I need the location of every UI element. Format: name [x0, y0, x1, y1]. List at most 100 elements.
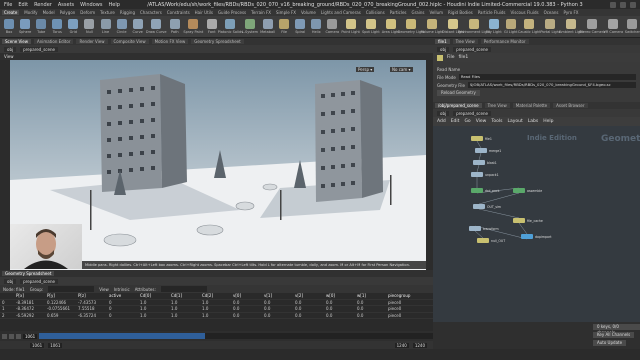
- shelf-tool[interactable]: Line: [98, 19, 112, 34]
- camera-menu[interactable]: No cam ▾: [390, 67, 413, 72]
- shelf-tool[interactable]: Point Light: [341, 19, 360, 34]
- shelf-tool[interactable]: Curve: [131, 19, 145, 34]
- column-header[interactable]: v[0]: [231, 293, 262, 298]
- shelf-tool[interactable]: Volume Light: [421, 19, 444, 34]
- shelf-tab[interactable]: Volume: [301, 10, 316, 15]
- network-tab[interactable]: Tree View: [484, 103, 510, 108]
- path-scene[interactable]: prepared_scene: [20, 46, 58, 52]
- menu-windows[interactable]: Windows: [80, 2, 102, 8]
- param-tab[interactable]: Performance Monitor: [480, 39, 529, 44]
- shelf-tool[interactable]: Stereo Camera: [579, 19, 605, 34]
- param-tab[interactable]: file1: [435, 39, 450, 44]
- range-start[interactable]: 1061: [30, 342, 45, 348]
- auto-update-button[interactable]: Auto Update: [593, 340, 627, 346]
- network-node[interactable]: [521, 234, 533, 239]
- network-node[interactable]: [473, 160, 485, 165]
- file-mode-select[interactable]: Read Files: [458, 74, 636, 80]
- range-start-2[interactable]: 1061: [48, 342, 63, 348]
- path-obj[interactable]: obj: [437, 46, 450, 52]
- path-obj[interactable]: obj: [437, 110, 450, 116]
- network-node[interactable]: [477, 238, 489, 243]
- shelf-tool[interactable]: Torus: [50, 19, 64, 34]
- minimize-icon[interactable]: [610, 1, 616, 8]
- shelf-tool[interactable]: Spot Light: [362, 19, 380, 34]
- shelf-tool[interactable]: GI Light: [504, 19, 518, 34]
- column-header[interactable]: Cd[1]: [169, 293, 200, 298]
- spreadsheet-table[interactable]: P[x] P[y] P[z] active Cd[0] Cd[1] Cd[2] v[0] v[1…: [0, 293, 433, 331]
- left-pane-tab[interactable]: Composite View: [110, 39, 149, 44]
- table-row[interactable]: 2 -6.59292 0.659 -6.35724 0 1.0 1.0 1.0 0.0 0.0 0.…: [0, 313, 433, 319]
- shelf-tool[interactable]: Spiral: [293, 19, 307, 34]
- param-tab[interactable]: Tree View: [452, 39, 478, 44]
- shelf-tool[interactable]: L-System: [242, 19, 258, 34]
- network-node[interactable]: [513, 218, 525, 223]
- play-icon[interactable]: [9, 333, 14, 339]
- network-menu-go[interactable]: Go: [464, 119, 470, 124]
- column-header[interactable]: v[2]: [293, 293, 324, 298]
- menu-file[interactable]: File: [4, 2, 12, 8]
- shelf-tool[interactable]: Sky Light: [486, 19, 502, 34]
- network-menu-layout[interactable]: Layout: [507, 119, 522, 124]
- shelf-tool[interactable]: Camera: [325, 19, 339, 34]
- menu-help[interactable]: Help: [108, 2, 119, 8]
- view-label[interactable]: View: [99, 287, 109, 292]
- shelf-tab[interactable]: Terrain FX: [251, 10, 271, 15]
- shelf-tool[interactable]: Null: [82, 19, 96, 34]
- column-header[interactable]: active: [107, 293, 138, 298]
- network-tab[interactable]: /obj/prepared_scene: [435, 103, 482, 108]
- shelf-tab[interactable]: Polygon: [60, 10, 76, 15]
- node-name[interactable]: file1: [459, 55, 469, 60]
- menu-render[interactable]: Render: [34, 2, 52, 8]
- shelf-tool[interactable]: Spray Paint: [183, 19, 203, 34]
- path-scene[interactable]: prepared_scene: [453, 110, 491, 116]
- range-end-2[interactable]: 1240: [412, 342, 427, 348]
- path-obj[interactable]: obj: [4, 46, 17, 52]
- network-menu-labs[interactable]: Labs: [528, 119, 538, 124]
- column-header[interactable]: P[x]: [14, 293, 45, 298]
- attributes-field[interactable]: [160, 286, 207, 292]
- path-obj[interactable]: obj: [4, 278, 17, 284]
- shelf-tool[interactable]: Box: [2, 19, 16, 34]
- path-scene[interactable]: prepared_scene: [453, 46, 491, 52]
- timeline-slider[interactable]: [39, 333, 433, 339]
- shelf-tool[interactable]: Ambient Light: [559, 19, 584, 34]
- shelf-tool[interactable]: Portal Light: [540, 19, 560, 34]
- shelf-tab[interactable]: Deform: [80, 10, 95, 15]
- shelf-tab[interactable]: Grains: [412, 10, 425, 15]
- column-header[interactable]: P[z]: [76, 293, 107, 298]
- shelf-tool[interactable]: Path: [168, 19, 182, 34]
- shelf-tool[interactable]: Switcher: [625, 19, 640, 34]
- shelf-tab[interactable]: Modify: [24, 10, 37, 15]
- reload-geometry-button[interactable]: Reload Geometry: [437, 90, 480, 96]
- current-frame[interactable]: 1061: [23, 333, 38, 339]
- column-header[interactable]: w[0]: [324, 293, 355, 298]
- key-all-button[interactable]: Key All Channels: [593, 332, 635, 338]
- shelf-tab[interactable]: Rigid Bodies: [448, 10, 473, 15]
- network-node[interactable]: [471, 188, 483, 193]
- shelf-tool[interactable]: Grid: [66, 19, 80, 34]
- close-icon[interactable]: [630, 1, 636, 8]
- shelf-tab[interactable]: Collisions: [366, 10, 385, 15]
- shelf-tool[interactable]: Draw Curve: [146, 19, 167, 34]
- network-tab[interactable]: Asset Browser: [553, 103, 588, 108]
- network-menu-add[interactable]: Add: [437, 119, 446, 124]
- shelf-tab[interactable]: Create: [2, 10, 20, 15]
- viewport-right-toolbar[interactable]: [426, 60, 433, 270]
- shelf-tool[interactable]: Metaball: [260, 19, 275, 34]
- shelf-tab[interactable]: Viscous Fluids: [511, 10, 539, 15]
- network-menu-tools[interactable]: Tools: [491, 119, 502, 124]
- shelf-tab[interactable]: Constraints: [167, 10, 190, 15]
- column-header[interactable]: Cd[0]: [138, 293, 169, 298]
- network-node[interactable]: [513, 188, 525, 193]
- shelf-tab[interactable]: Guide Process: [218, 10, 246, 15]
- intrinsic-label[interactable]: Intrinsic: [114, 287, 130, 292]
- shelf-tab[interactable]: Simple FX: [276, 10, 296, 15]
- column-header[interactable]: Cd[2]: [200, 293, 231, 298]
- column-header[interactable]: P[y]: [45, 293, 76, 298]
- shelf-tool[interactable]: Environment Light: [458, 19, 490, 34]
- network-menu-edit[interactable]: Edit: [451, 119, 460, 124]
- shelf-tab[interactable]: Pyro FX: [563, 10, 578, 15]
- shelf-tool[interactable]: VR Camera: [603, 19, 623, 34]
- shelf-tool[interactable]: Caustic Light: [518, 19, 541, 34]
- shelf-tab[interactable]: Rigging: [120, 10, 135, 15]
